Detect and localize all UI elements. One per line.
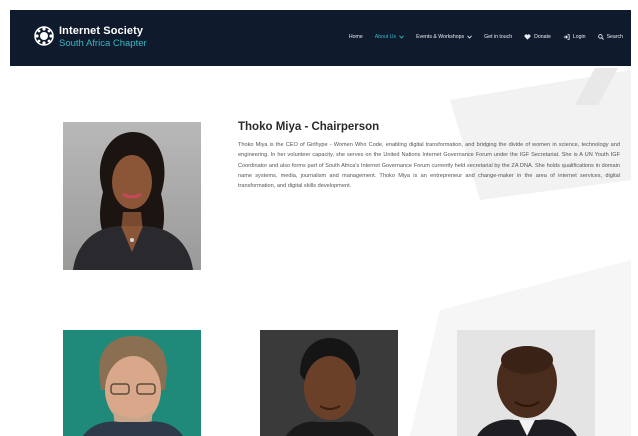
page-frame: Internet Society South Africa Chapter Ho… <box>10 10 631 436</box>
chairperson-bio: Thoko Miya is the CEO of Girlhype - Wome… <box>238 142 620 190</box>
nav-item-login[interactable]: Login <box>563 34 586 40</box>
brand-name: Internet Society <box>59 25 144 37</box>
chevron-down-icon <box>467 35 472 39</box>
board-member-portrait <box>260 330 398 436</box>
brand-logo-text[interactable]: Internet Society South Africa Chapter <box>59 25 147 50</box>
brand-subtitle: South Africa Chapter <box>59 38 147 49</box>
chairperson-portrait <box>63 122 201 270</box>
search-icon <box>597 34 604 40</box>
nav-events-label: Events & Workshops <box>416 34 465 40</box>
chevron-down-icon <box>399 35 404 39</box>
nav-home-label: Home <box>348 34 363 40</box>
main-nav: Home About Us Events & Workshops Get in … <box>349 34 623 40</box>
nav-item-get-in-touch[interactable]: Get in touch <box>484 34 512 40</box>
nav-get-in-touch-label: Get in touch <box>484 34 513 40</box>
nav-login-label: Login <box>572 34 586 40</box>
site-header: Internet Society South Africa Chapter Ho… <box>10 10 631 66</box>
nav-donate-label: Donate <box>534 34 551 40</box>
nav-about-us-label: About Us <box>374 34 397 40</box>
board-member-portrait <box>63 330 201 436</box>
login-icon <box>563 34 570 40</box>
board-member-portrait <box>457 330 595 436</box>
nav-item-events-workshops[interactable]: Events & Workshops <box>416 34 472 40</box>
nav-item-search[interactable]: Search <box>597 34 623 40</box>
nav-item-donate[interactable]: Donate <box>524 34 551 40</box>
nav-item-home[interactable]: Home <box>349 34 363 40</box>
nav-item-about-us[interactable]: About Us <box>375 34 404 40</box>
internet-society-globe-icon[interactable] <box>34 26 54 46</box>
heart-icon <box>524 34 531 40</box>
nav-search-label: Search <box>606 34 623 40</box>
chairperson-title: Thoko Miya - Chairperson <box>238 121 380 133</box>
